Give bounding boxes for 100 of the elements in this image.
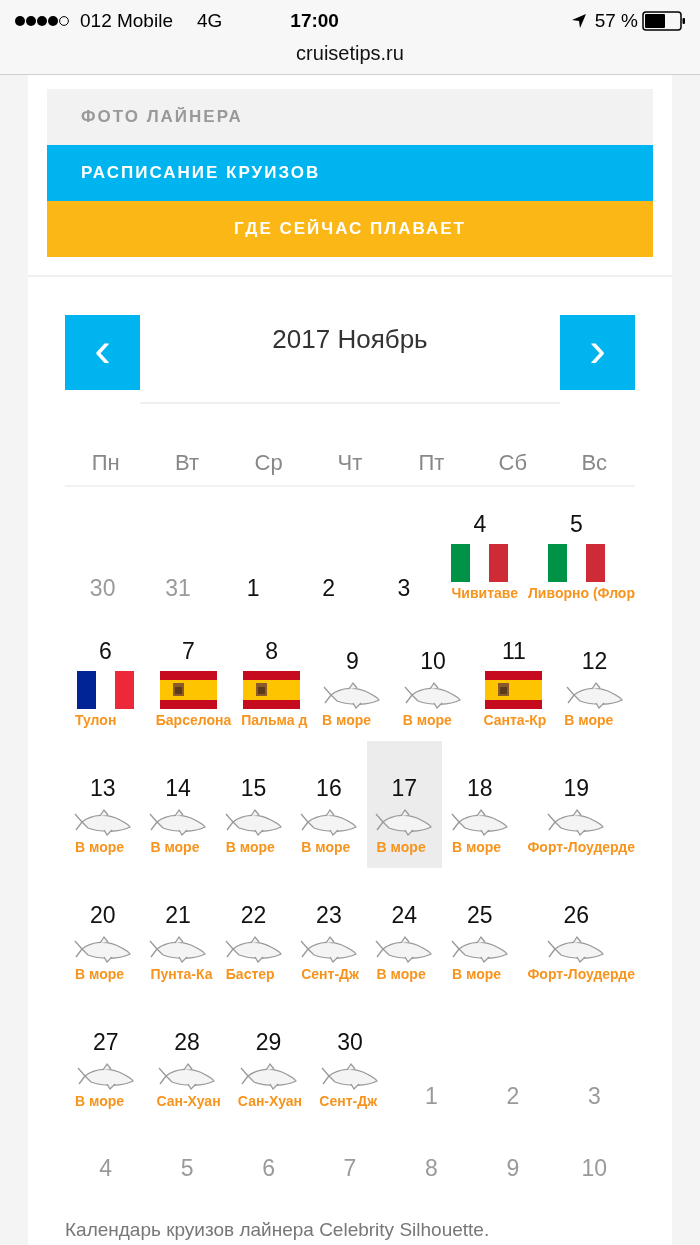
day-cell[interactable]: 15 В море: [215, 741, 292, 868]
day-cell[interactable]: 5 Ливорно (Флор: [518, 487, 635, 614]
day-cell[interactable]: 20 В море: [65, 868, 141, 995]
location-arrow-icon: [570, 13, 587, 29]
fish-icon: [565, 681, 624, 709]
day-cell[interactable]: 24 В море: [366, 868, 442, 995]
day-number[interactable]: 15: [240, 774, 267, 802]
day-cell[interactable]: 16 В море: [291, 741, 367, 868]
port-label: Чивитаве: [450, 584, 519, 602]
day-number[interactable]: 10: [420, 647, 446, 675]
day-cell[interactable]: 28 Сан-Хуан: [146, 995, 228, 1122]
port-label: В море: [563, 711, 614, 729]
day-cell[interactable]: 7 Барселона: [145, 614, 232, 741]
weekday-label: Вс: [580, 449, 609, 477]
day-cell[interactable]: 10 В море: [392, 614, 474, 741]
port-label: Барселона: [154, 711, 232, 729]
day-cell[interactable]: 29 Сан-Хуан: [227, 995, 310, 1122]
day-cell[interactable]: 30 Сент-Дж: [309, 995, 391, 1122]
day-number[interactable]: 5: [570, 510, 583, 538]
day-cell[interactable]: 25 В море: [442, 868, 518, 995]
port-label: В море: [401, 711, 452, 729]
day-cell[interactable]: 4 Чивитаве: [441, 487, 519, 614]
fish-icon: [149, 935, 208, 963]
weekday-label: Пт: [417, 449, 446, 477]
day-cell[interactable]: 23 Сент-Дж: [291, 868, 367, 995]
weekday-label: Ср: [253, 449, 284, 477]
flag-icon: [76, 671, 134, 709]
day-number[interactable]: 29: [255, 1028, 282, 1056]
carrier-name: 012 Mobile: [80, 8, 173, 33]
flag-icon: [243, 671, 301, 709]
weekday-label: Сб: [497, 449, 529, 477]
port-label: Сан-Хуан: [155, 1092, 221, 1110]
day-cell[interactable]: 22 Бастер: [215, 868, 292, 995]
day-number[interactable]: 8: [265, 637, 278, 665]
day-cell[interactable]: 6 Тулон: [65, 614, 146, 741]
day-number[interactable]: 9: [345, 647, 359, 675]
flag-icon: [160, 671, 217, 709]
fish-icon: [547, 808, 606, 836]
port-label: Тулон: [74, 711, 117, 729]
day-cell[interactable]: 21 Пунта-Ка: [140, 868, 216, 995]
fish-icon: [321, 1062, 379, 1090]
day-number[interactable]: 19: [563, 774, 589, 802]
fish-icon: [299, 808, 358, 836]
day-number[interactable]: 6: [98, 637, 112, 665]
day-number[interactable]: 21: [165, 901, 191, 929]
day-number[interactable]: 22: [240, 901, 267, 929]
day-number[interactable]: 16: [316, 774, 342, 802]
port-label: В море: [451, 838, 502, 856]
day-number[interactable]: 28: [174, 1028, 200, 1056]
day-cell[interactable]: 17 В море: [366, 741, 442, 868]
day-number[interactable]: 7: [182, 637, 195, 665]
day-cell[interactable]: 26 Форт-Лоудерде: [517, 868, 635, 995]
signal-icon: [14, 15, 72, 27]
fish-icon: [547, 935, 606, 963]
clock: 17:00: [290, 8, 339, 33]
weekday-label: Вт: [174, 449, 201, 477]
day-number[interactable]: 26: [563, 901, 589, 929]
day-cell[interactable]: 3: [366, 487, 442, 614]
port-label: В море: [451, 965, 502, 983]
day-number[interactable]: 11: [501, 637, 526, 665]
port-label: В море: [375, 838, 426, 856]
day-cell[interactable]: 12 В море: [554, 614, 635, 741]
day-number[interactable]: 18: [466, 774, 493, 802]
day-number[interactable]: 25: [466, 901, 493, 929]
fish-icon: [323, 681, 382, 709]
day-number[interactable]: 14: [165, 774, 191, 802]
fish-icon: [224, 935, 283, 963]
day-cell[interactable]: 18 В море: [442, 741, 518, 868]
month-title: 2017 Ноябрь: [272, 323, 428, 356]
day-number[interactable]: 4: [473, 510, 487, 538]
port-label: Пальма д: [240, 711, 308, 729]
day-number[interactable]: 2: [322, 574, 335, 602]
day-cell[interactable]: 2: [290, 487, 367, 614]
weekday-label: Пн: [90, 449, 121, 477]
day-cell[interactable]: 9 В море: [312, 614, 393, 741]
battery-percent: 57 %: [594, 8, 638, 33]
day-number[interactable]: 13: [89, 774, 116, 802]
port-label: В море: [375, 965, 426, 983]
day-cell[interactable]: 1: [215, 487, 291, 614]
day-number[interactable]: 17: [391, 774, 418, 802]
fish-icon: [450, 935, 509, 963]
day-number[interactable]: 1: [246, 574, 260, 602]
day-number[interactable]: 24: [391, 901, 418, 929]
day-number[interactable]: 3: [397, 574, 411, 602]
port-label: Ливорно (Флор: [527, 584, 635, 602]
day-cell[interactable]: 13 В море: [65, 741, 141, 868]
battery-icon: [642, 11, 686, 31]
day-cell[interactable]: 14 В море: [140, 741, 216, 868]
day-number[interactable]: 27: [92, 1028, 119, 1056]
day-number[interactable]: 20: [89, 901, 116, 929]
day-number[interactable]: 30: [337, 1028, 363, 1056]
day-cell[interactable]: 19 Форт-Лоудерде: [517, 741, 635, 868]
fish-icon: [450, 808, 509, 836]
page-address[interactable]: cruisetips.ru: [0, 42, 700, 64]
day-cell[interactable]: 11 Санта-Кр: [473, 614, 555, 741]
day-cell[interactable]: 27 В море: [65, 995, 147, 1122]
day-number[interactable]: 23: [316, 901, 342, 929]
port-label: Пунта-Ка: [149, 965, 213, 983]
day-cell[interactable]: 8 Пальма д: [231, 614, 312, 741]
day-number[interactable]: 12: [581, 647, 608, 675]
